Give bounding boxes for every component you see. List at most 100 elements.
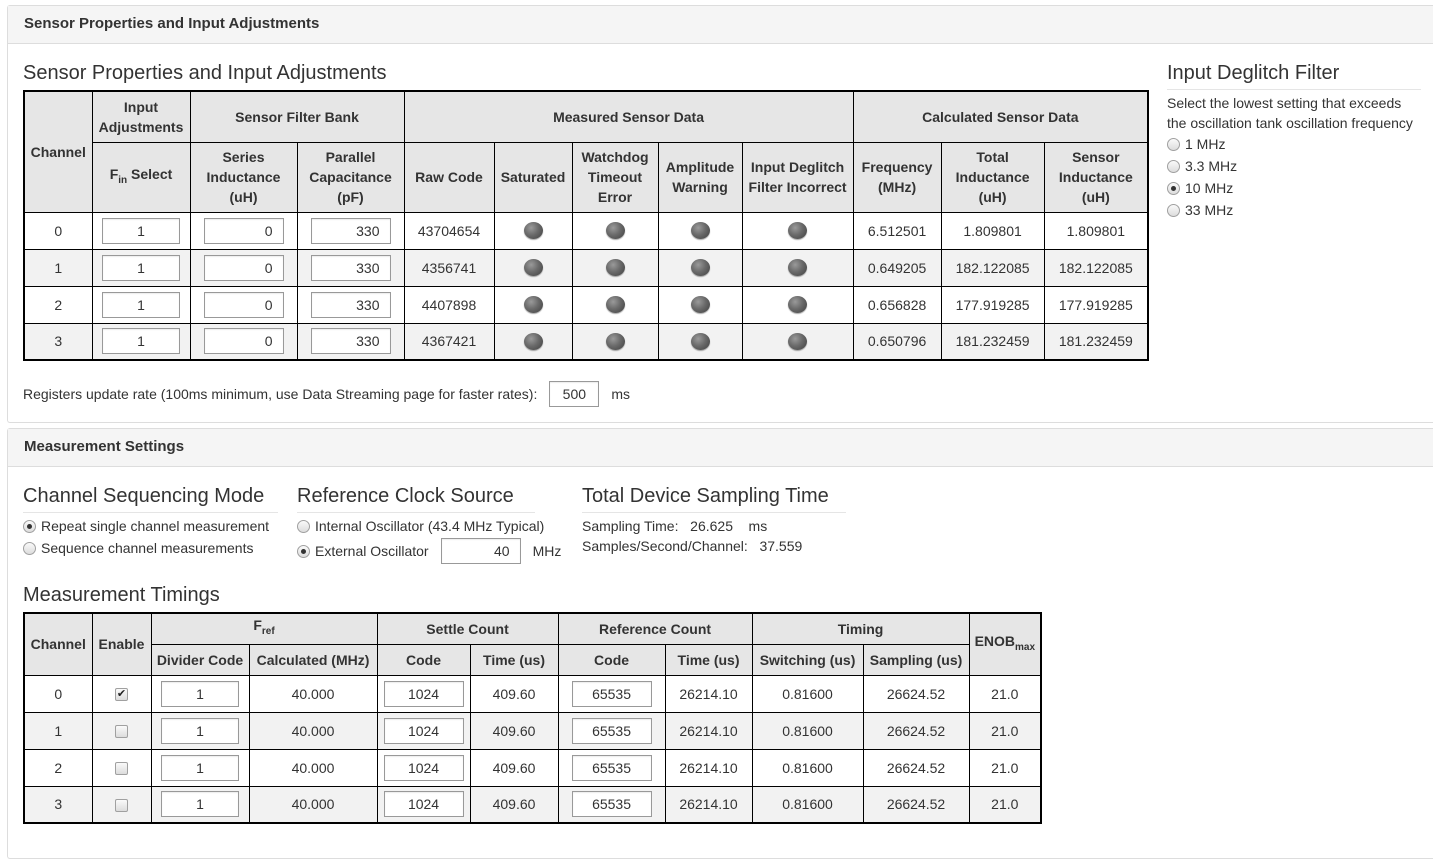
update-rate-unit: ms: [611, 386, 631, 402]
fin-select-input[interactable]: 1: [102, 328, 180, 355]
radio-selected-icon[interactable]: [297, 544, 310, 558]
external-oscillator-input[interactable]: 40: [440, 538, 521, 564]
header-reference-code: Code: [557, 643, 666, 676]
channel-cell: 0: [23, 211, 93, 250]
sensor-inductance-cell: 177.919285: [1043, 285, 1149, 324]
header-input-adjustments: Input Adjustments: [91, 90, 191, 143]
calculated-mhz-cell: 40.000: [248, 674, 378, 713]
parallel-capacitance-input[interactable]: 330: [310, 328, 391, 355]
fin-select-input[interactable]: 1: [102, 291, 180, 318]
settle-code-input[interactable]: 1024: [383, 680, 464, 707]
reference-clock-group: Reference Clock Source Internal Oscillat…: [297, 485, 565, 564]
header-fin-select: Fin Select: [91, 141, 191, 213]
switching-cell: 0.81600: [751, 748, 864, 787]
fin-select-input[interactable]: 1: [102, 217, 180, 244]
total-inductance-cell: 181.232459: [940, 322, 1045, 361]
deglitch-filter-group: Input Deglitch Filter Select the lowest …: [1167, 62, 1421, 221]
enable-checkbox-checked[interactable]: ✔: [115, 688, 128, 702]
header-saturated: Saturated: [493, 141, 573, 213]
header-fref: Fref: [150, 612, 378, 645]
settle-code-input[interactable]: 1024: [383, 717, 464, 744]
header-amplitude-warning: Amplitude Warning: [657, 141, 743, 213]
samples-per-second-label: Samples/Second/Channel:: [582, 538, 748, 554]
channel-cell: 2: [23, 285, 93, 324]
enob-cell: 21.0: [968, 785, 1042, 824]
enable-checkbox[interactable]: [115, 799, 128, 813]
divider-code-input[interactable]: 1: [161, 791, 239, 818]
status-led-off-icon: [788, 296, 808, 314]
deglitch-description: Select the lowest setting that exceeds t…: [1167, 93, 1421, 133]
parallel-capacitance-input[interactable]: 330: [310, 254, 391, 281]
sampling-cell: 26624.52: [862, 748, 970, 787]
update-rate-input[interactable]: 500: [549, 381, 600, 407]
status-led-off-icon: [690, 296, 710, 314]
measurement-timings-table: Channel Enable Fref Settle Count Referen…: [23, 612, 1043, 824]
header-watchdog-timeout-error: Watchdog Timeout Error: [571, 141, 659, 213]
radio-selected-icon[interactable]: [23, 519, 36, 533]
ref-clock-external-option[interactable]: External Oscillator 40 MHz: [297, 538, 565, 564]
header-series-inductance: Series Inductance (uH): [189, 141, 298, 213]
panel-heading: Sensor Properties and Input Adjustments: [8, 6, 1433, 44]
parallel-capacitance-input[interactable]: 330: [310, 217, 391, 244]
sampling-cell: 26624.52: [862, 674, 970, 713]
radio-icon[interactable]: [297, 519, 310, 533]
channel-sequencing-group: Channel Sequencing Mode Repeat single ch…: [23, 485, 278, 559]
reference-code-input[interactable]: 65535: [571, 791, 652, 818]
deglitch-option-label: 10 MHz: [1185, 180, 1234, 196]
table-row: 3 1 0 330 4367421 0.650796 181.232459 18…: [23, 322, 1149, 361]
series-inductance-input[interactable]: 0: [203, 291, 284, 318]
divider-code-input[interactable]: 1: [161, 754, 239, 781]
settle-time-cell: 409.60: [469, 748, 559, 787]
raw-code-cell: 4356741: [403, 248, 495, 287]
deglitch-option-10mhz[interactable]: 10 MHz: [1167, 177, 1421, 199]
reference-code-input[interactable]: 65535: [571, 754, 652, 781]
header-settle-code: Code: [376, 643, 471, 676]
sequencing-option-single[interactable]: Repeat single channel measurement: [23, 515, 278, 537]
radio-selected-icon[interactable]: [1167, 181, 1180, 195]
deglitch-description-line: Select the lowest setting that exceeds: [1167, 95, 1402, 111]
sampling-cell: 26624.52: [862, 785, 970, 824]
ref-clock-internal-option[interactable]: Internal Oscillator (43.4 MHz Typical): [297, 515, 565, 537]
status-led-off-icon: [523, 259, 543, 277]
divider-code-input[interactable]: 1: [161, 680, 239, 707]
series-inductance-input[interactable]: 0: [203, 254, 284, 281]
enable-checkbox[interactable]: [115, 725, 128, 739]
ref-clock-internal-label: Internal Oscillator (43.4 MHz Typical): [315, 518, 545, 534]
settle-time-cell: 409.60: [469, 711, 559, 750]
series-inductance-input[interactable]: 0: [203, 217, 284, 244]
enable-checkbox[interactable]: [115, 762, 128, 776]
settle-code-input[interactable]: 1024: [383, 791, 464, 818]
divider-code-input[interactable]: 1: [161, 717, 239, 744]
raw-code-cell: 43704654: [403, 211, 495, 250]
radio-icon[interactable]: [1167, 203, 1180, 217]
deglitch-option-1mhz[interactable]: 1 MHz: [1167, 133, 1421, 155]
reference-code-input[interactable]: 65535: [571, 680, 652, 707]
sensor-properties-table: Channel Input Adjustments Sensor Filter …: [23, 90, 1150, 361]
settle-code-input[interactable]: 1024: [383, 754, 464, 781]
header-enable: Enable: [91, 612, 152, 676]
series-inductance-input[interactable]: 0: [203, 328, 284, 355]
table-row: 1 1 0 330 4356741 0.649205 182.122085 18…: [23, 248, 1149, 287]
ref-clock-external-label: External Oscillator: [315, 543, 429, 559]
deglitch-option-33mhz[interactable]: 33 MHz: [1167, 199, 1421, 221]
status-led-off-icon: [690, 259, 710, 277]
reference-code-input[interactable]: 65535: [571, 717, 652, 744]
channel-sequencing-title: Channel Sequencing Mode: [23, 485, 278, 513]
deglitch-option-label: 3.3 MHz: [1185, 158, 1238, 174]
fin-select-input[interactable]: 1: [102, 254, 180, 281]
header-frequency: Frequency (MHz): [852, 141, 942, 213]
checkmark-icon: ✔: [116, 688, 127, 701]
status-led-off-icon: [523, 333, 543, 351]
radio-icon[interactable]: [1167, 159, 1180, 173]
table-row: 2 1 0 330 4407898 0.656828 177.919285 17…: [23, 285, 1149, 324]
channel-cell: 0: [23, 674, 93, 713]
radio-icon[interactable]: [1167, 137, 1180, 151]
raw-code-cell: 4367421: [403, 322, 495, 361]
sensor-inductance-cell: 182.122085: [1043, 248, 1149, 287]
status-led-off-icon: [788, 333, 808, 351]
radio-icon[interactable]: [23, 541, 36, 555]
sequencing-option-sequence[interactable]: Sequence channel measurements: [23, 537, 278, 559]
deglitch-option-3-3mhz[interactable]: 3.3 MHz: [1167, 155, 1421, 177]
table-row: 3 1 40.000 1024 409.60 65535 26214.10 0.…: [23, 785, 1042, 824]
parallel-capacitance-input[interactable]: 330: [310, 291, 391, 318]
